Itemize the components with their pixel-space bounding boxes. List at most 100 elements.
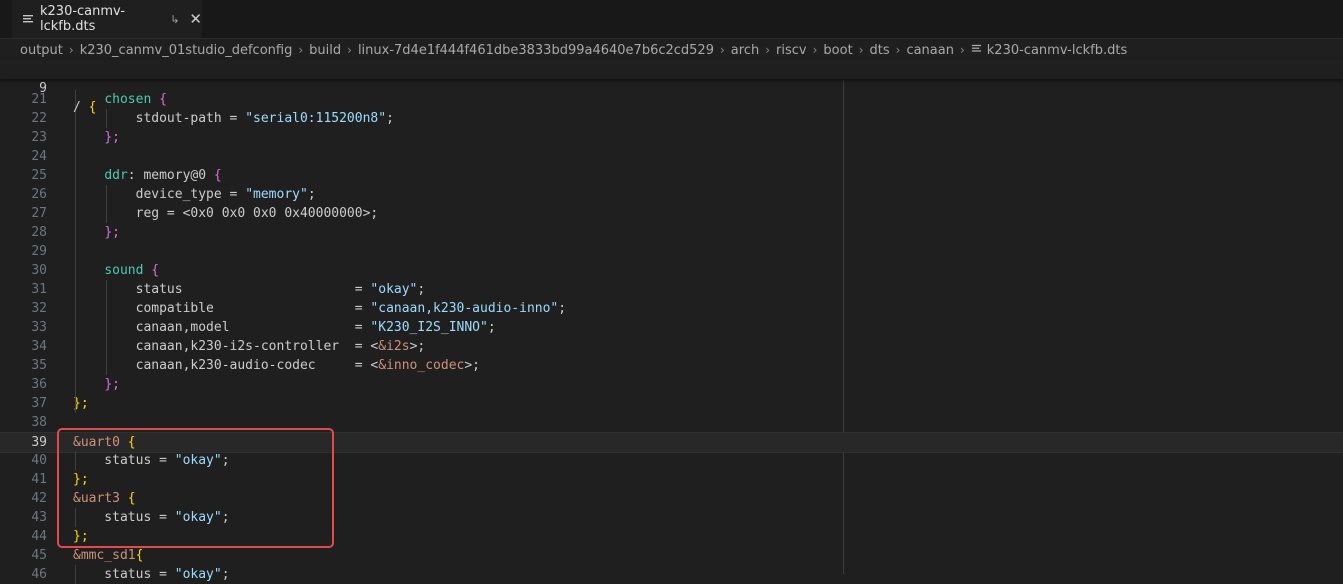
code-line[interactable]: 26 device_type = "memory"; [0, 185, 1343, 204]
indent-guide [75, 451, 76, 470]
code-text: status = "okay"; [73, 453, 230, 468]
preview-arrow-icon: ↳ [170, 12, 180, 26]
chevron-right-icon: › [347, 43, 352, 57]
code-line[interactable]: 30 sound { [0, 261, 1343, 280]
breadcrumb-item-dts[interactable]: dts [870, 43, 890, 58]
code-line[interactable]: 41}; [0, 470, 1343, 489]
code-line[interactable]: 42 &uart3 { [0, 489, 1343, 508]
line-number: 40 [31, 453, 47, 468]
line-number: 25 [31, 168, 47, 183]
chevron-right-icon: › [895, 43, 901, 57]
code-line[interactable]: 29 [0, 242, 1343, 261]
line-number: 30 [31, 263, 47, 278]
code-line[interactable]: 21 chosen { [0, 90, 1343, 109]
code-line[interactable]: 31 status = "okay"; [0, 280, 1343, 299]
line-number: 34 [31, 339, 47, 354]
line-number: 44 [31, 529, 47, 544]
line-number: 45 [31, 548, 47, 563]
code-line[interactable]: 45 &mmc_sd1{ [0, 546, 1343, 565]
code-text: sound { [104, 263, 160, 278]
code-text: }; [104, 130, 120, 145]
code-line[interactable]: 22 stdout-path = "serial0:115200n8"; [0, 109, 1343, 128]
code-editor[interactable]: 9 / { 21 chosen {22 stdout-path = "seria… [0, 60, 1343, 584]
line-number: 39 [31, 435, 47, 450]
close-icon[interactable]: ✕ [189, 10, 202, 28]
code-text: status = "okay"; [73, 510, 230, 525]
indent-guide [75, 90, 76, 413]
code-text: &uart0 { [73, 435, 136, 450]
code-text: &uart3 { [73, 491, 136, 506]
code-line[interactable]: 46 status = "okay"; [0, 565, 1343, 584]
sticky-scroll-line[interactable]: 9 / { [0, 60, 1343, 115]
code-text: compatible = "canaan,k230-audio-inno"; [73, 301, 567, 316]
code-line[interactable]: 44}; [0, 527, 1343, 546]
code-line[interactable]: 33 canaan,model = "K230_I2S_INNO"; [0, 318, 1343, 337]
line-number: 46 [31, 567, 47, 582]
code-line[interactable]: 35 canaan,k230-audio-codec = <&inno_code… [0, 356, 1343, 375]
line-number: 24 [31, 149, 47, 164]
breadcrumb-item-linux[interactable]: linux-7d4e1f444f461dbe3833bd99a4640e7b6c… [358, 43, 714, 58]
line-number: 37 [31, 396, 47, 411]
code-line[interactable]: 34 canaan,k230-i2s-controller = <&i2s>; [0, 337, 1343, 356]
line-number: 33 [31, 320, 47, 335]
code-text: stdout-path = "serial0:115200n8"; [73, 111, 394, 126]
breadcrumb-item-canaan[interactable]: canaan [906, 43, 954, 58]
code-text: / { [73, 100, 97, 115]
code-line[interactable]: 24 [0, 147, 1343, 166]
indent-guide [75, 565, 76, 584]
code-text: ddr: memory@0 { [104, 168, 222, 183]
chevron-right-icon: › [719, 43, 725, 57]
code-text: status = "okay"; [73, 282, 426, 297]
breadcrumb-item-file[interactable]: k230-canmv-lckfb.dts [987, 43, 1127, 58]
code-text: }; [73, 472, 89, 487]
tab-bar: k230-canmv-lckfb.dts ↳ ✕ [0, 0, 1343, 39]
chevron-right-icon: › [68, 43, 74, 57]
code-text: reg = <0x0 0x0 0x0 0x40000000>; [73, 206, 379, 221]
code-line[interactable]: 27 reg = <0x0 0x0 0x0 0x40000000>; [0, 204, 1343, 223]
breadcrumb-item-boot[interactable]: boot [823, 43, 852, 58]
file-lines-icon [22, 13, 34, 25]
line-number: 35 [31, 358, 47, 373]
code-line[interactable]: 40 status = "okay"; [0, 451, 1343, 470]
code-text: canaan,model = "K230_I2S_INNO"; [73, 320, 496, 335]
breadcrumb-item-riscv[interactable]: riscv [776, 43, 807, 58]
code-text: }; [73, 529, 89, 544]
code-line[interactable]: 39 &uart0 { [0, 432, 1343, 453]
code-text: device_type = "memory"; [73, 187, 316, 202]
line-number: 28 [31, 225, 47, 240]
code-text: canaan,k230-i2s-controller = <&i2s>; [73, 339, 426, 354]
breadcrumb-item-output[interactable]: output [20, 43, 63, 58]
line-number: 27 [31, 206, 47, 221]
code-line[interactable]: 25 ddr: memory@0 { [0, 166, 1343, 185]
code-line[interactable]: 32 compatible = "canaan,k230-audio-inno"… [0, 299, 1343, 318]
chevron-right-icon: › [812, 43, 818, 57]
line-number: 41 [31, 472, 47, 487]
line-number: 38 [31, 415, 47, 430]
line-number: 29 [31, 244, 47, 259]
breadcrumb-item-build[interactable]: build [309, 43, 341, 58]
breadcrumb-item-arch[interactable]: arch [731, 43, 759, 58]
indent-guide [106, 280, 107, 375]
code-line[interactable]: 43 status = "okay"; [0, 508, 1343, 527]
code-line[interactable]: 37}; [0, 394, 1343, 413]
indent-guide [106, 109, 107, 128]
code-line[interactable]: 23 }; [0, 128, 1343, 147]
chevron-right-icon: › [959, 43, 965, 57]
chevron-right-icon: › [765, 43, 771, 57]
code-text: &mmc_sd1{ [73, 548, 144, 563]
chevron-right-icon: › [298, 43, 304, 57]
code-text: }; [104, 225, 120, 240]
code-text: canaan,k230-audio-codec = <&inno_codec>; [73, 358, 480, 373]
line-number: 32 [31, 301, 47, 316]
line-number: 9 [39, 81, 47, 96]
line-number: 36 [31, 377, 47, 392]
code-line[interactable]: 28 }; [0, 223, 1343, 242]
line-number: 26 [31, 187, 47, 202]
code-line[interactable]: 38 [0, 413, 1343, 432]
breadcrumb-item-defconfig[interactable]: k230_canmv_01studio_defconfig [80, 43, 293, 58]
tab-k230-canmv-lckfb[interactable]: k230-canmv-lckfb.dts ↳ ✕ [12, 0, 202, 38]
breadcrumb: output › k230_canmv_01studio_defconfig › b… [20, 40, 1343, 60]
code-line[interactable]: 36 }; [0, 375, 1343, 394]
chevron-right-icon: › [858, 43, 864, 57]
code-text: }; [104, 377, 120, 392]
